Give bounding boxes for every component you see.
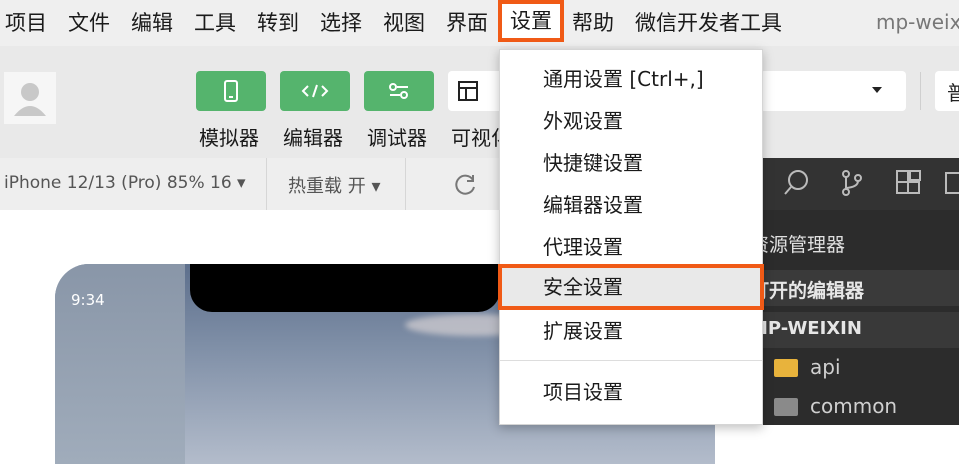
preview-label: 普 (947, 81, 959, 105)
caret-down-icon (872, 87, 882, 93)
editor-button[interactable] (280, 71, 350, 111)
menu-item-label: 安全设置 (543, 275, 623, 299)
menu-item-extension-settings[interactable]: 扩展设置 (500, 310, 762, 352)
menu-settings[interactable]: 设置 (498, 0, 564, 42)
toolbar: 模拟器 编辑器 调试器 可视化 普 (0, 46, 959, 158)
layout-icon (458, 81, 478, 101)
folder-icon (774, 359, 798, 377)
menu-item-general-settings[interactable]: 通用设置 [Ctrl+,] (500, 58, 762, 100)
menu-item-editor-settings[interactable]: 编辑器设置 (500, 184, 762, 226)
settings-dropdown: 通用设置 [Ctrl+,] 外观设置 快捷键设置 编辑器设置 代理设置 安全设置… (498, 49, 764, 425)
menu-file[interactable]: 文件 (68, 8, 110, 38)
debugger-label: 调试器 (367, 126, 427, 150)
menu-item-label: 外观设置 (543, 109, 623, 133)
menu-select[interactable]: 选择 (320, 8, 362, 38)
menu-project[interactable]: 项目 (5, 8, 47, 38)
menu-item-label: 快捷键设置 (543, 151, 643, 175)
menu-item-project-settings[interactable]: 项目设置 (500, 371, 762, 413)
hot-reload-toggle[interactable]: 热重载 开 ▾ (288, 172, 380, 198)
menu-item-label: 通用设置 [Ctrl+,] (543, 67, 704, 91)
app-title: mp-weix (876, 10, 959, 34)
file-tree-item-common[interactable]: common (810, 394, 897, 418)
menu-edit[interactable]: 编辑 (131, 8, 173, 38)
menu-divider (500, 360, 762, 361)
extensions-icon[interactable] (894, 169, 922, 197)
preview-button[interactable]: 普 (935, 71, 959, 111)
menu-bar: 项目 文件 编辑 工具 转到 选择 视图 界面 设置 帮助 微信开发者工具 mp… (0, 0, 959, 46)
menu-interface[interactable]: 界面 (446, 8, 488, 38)
menu-item-security-settings[interactable]: 安全设置 (498, 264, 764, 310)
panel-icon[interactable] (944, 169, 959, 197)
menu-tools[interactable]: 工具 (194, 8, 236, 38)
debugger-button[interactable] (364, 71, 434, 111)
phone-icon (224, 80, 238, 102)
menu-item-proxy-settings[interactable]: 代理设置 (500, 226, 762, 268)
git-branch-icon[interactable] (838, 168, 866, 198)
menu-item-appearance-settings[interactable]: 外观设置 (500, 100, 762, 142)
menu-item-shortcut-settings[interactable]: 快捷键设置 (500, 142, 762, 184)
menu-devtools[interactable]: 微信开发者工具 (635, 8, 782, 38)
explorer-title: 资源管理器 (750, 234, 846, 256)
menu-goto[interactable]: 转到 (257, 8, 299, 38)
folder-icon (774, 398, 798, 416)
simulator-button[interactable] (196, 71, 266, 111)
compile-mode-select[interactable] (760, 71, 906, 111)
status-time: 9:34 (71, 291, 105, 309)
menu-item-label: 代理设置 (543, 235, 623, 259)
simulator-label: 模拟器 (199, 126, 259, 150)
phone-notch (190, 264, 500, 312)
refresh-icon (455, 174, 475, 195)
avatar[interactable] (4, 72, 56, 124)
menu-view[interactable]: 视图 (383, 8, 425, 38)
code-icon (301, 84, 329, 98)
menu-help[interactable]: 帮助 (572, 8, 614, 38)
divider (266, 158, 267, 210)
menu-item-label: 扩展设置 (543, 319, 623, 343)
menu-item-label: 编辑器设置 (543, 193, 643, 217)
refresh-button[interactable] (452, 172, 478, 202)
search-icon[interactable] (782, 168, 812, 198)
editor-label: 编辑器 (283, 126, 343, 150)
divider (405, 158, 406, 210)
open-editors-label: 打开的编辑器 (750, 280, 865, 302)
file-tree-item-api[interactable]: api (810, 355, 841, 379)
project-name: MP-WEIXIN (750, 318, 862, 339)
divider (920, 72, 921, 110)
debug-icon (389, 83, 408, 99)
user-icon (14, 83, 46, 116)
menu-item-label: 项目设置 (543, 380, 623, 404)
device-select[interactable]: iPhone 12/13 (Pro) 85% 16 ▾ (4, 173, 246, 193)
